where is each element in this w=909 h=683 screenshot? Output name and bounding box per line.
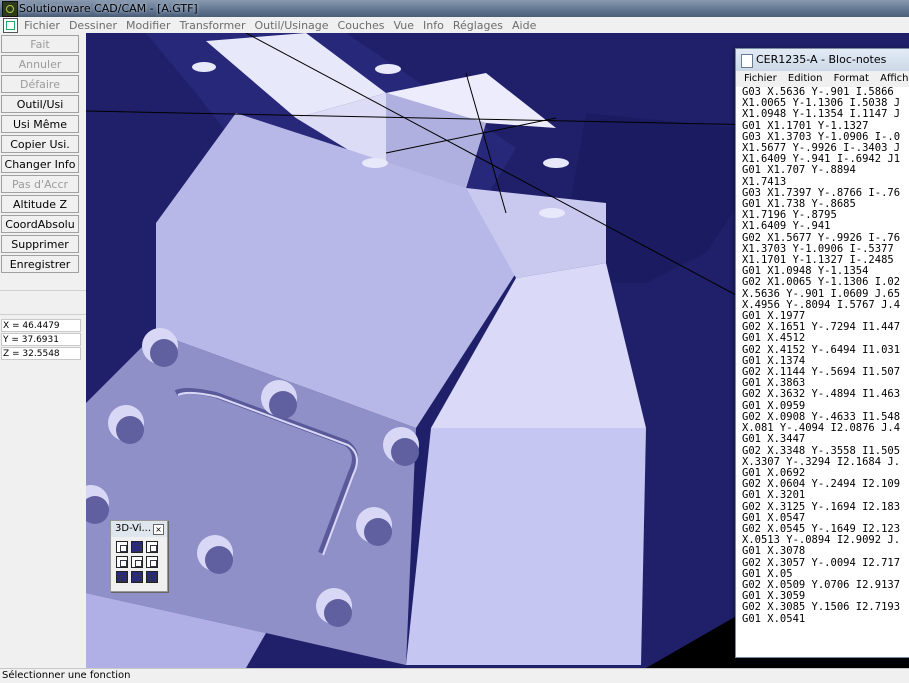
tool-panel: Fait Annuler Défaire Outil/Usi Usi Même …	[0, 33, 87, 668]
gcode-line: G01 X.3447	[742, 433, 806, 446]
title-bar: Solutionware CAD/CAM - [A.GTF]	[0, 0, 909, 17]
app-icon	[2, 1, 18, 17]
notepad-menu-bar: Fichier Edition Format Affichage	[736, 71, 909, 87]
menu-info[interactable]: Info	[420, 19, 447, 32]
menu-reglages[interactable]: Réglages	[450, 19, 506, 32]
notepad-window: CER1235-A - Bloc-notes Fichier Edition F…	[735, 48, 909, 658]
annuler-button[interactable]: Annuler	[1, 55, 79, 73]
notepad-title-bar[interactable]: CER1235-A - Bloc-notes	[736, 49, 909, 71]
menu-vue[interactable]: Vue	[390, 19, 417, 32]
menu-fichier[interactable]: Fichier	[21, 19, 63, 32]
notepad-icon	[741, 54, 753, 68]
notepad-title: CER1235-A - Bloc-notes	[756, 53, 887, 66]
status-text: Sélectionner une fonction	[2, 670, 131, 681]
menu-bar: Fichier Dessiner Modifier Transformer Ou…	[0, 17, 909, 34]
view-top-icon[interactable]	[146, 556, 158, 568]
usi-meme-button[interactable]: Usi Même	[1, 115, 79, 133]
view-front-icon[interactable]	[116, 541, 128, 553]
gcode-line: G01 X.3201	[742, 489, 806, 502]
menu-dessiner[interactable]: Dessiner	[66, 19, 120, 32]
gcode-line: G02 X.3632 Y-.4894 I1.463	[742, 388, 901, 401]
np-menu-fichier[interactable]: Fichier	[736, 73, 777, 84]
gcode-line: X1.0948 Y-1.1354 I.1147 J	[742, 108, 901, 121]
gcode-line: G02 X1.0065 Y-1.1306 I.02	[742, 276, 901, 289]
np-menu-format[interactable]: Format	[826, 73, 869, 84]
altitude-z-button[interactable]: Altitude Z	[1, 195, 79, 213]
menu-transformer[interactable]: Transformer	[176, 19, 248, 32]
coord-z: Z = 32.5548	[1, 347, 81, 360]
3d-view-panel: 3D-Vi... ×	[110, 520, 168, 592]
defaire-button[interactable]: Défaire	[1, 75, 79, 93]
fait-button[interactable]: Fait	[1, 35, 79, 53]
gcode-line: G01 X.0541	[742, 612, 806, 625]
enregistrer-button[interactable]: Enregistrer	[1, 255, 79, 273]
view-iso-icon[interactable]	[146, 541, 158, 553]
changer-info-button[interactable]: Changer Info	[1, 155, 79, 173]
notepad-text-area[interactable]: G03 X.5636 Y-.901 I.5866 X1.0065 Y-1.1306…	[736, 87, 909, 657]
menu-aide[interactable]: Aide	[509, 19, 539, 32]
gcode-line: G01 X1.707 Y-.8894	[742, 164, 856, 177]
view-bottom-icon[interactable]	[116, 571, 128, 583]
view-iso2-icon[interactable]	[131, 571, 143, 583]
coordabsolu-button[interactable]: CoordAbsolu	[1, 215, 79, 233]
np-menu-affichage[interactable]: Affichage	[872, 73, 909, 84]
divider	[0, 314, 86, 315]
status-bar: Sélectionner une fonction	[0, 668, 909, 683]
coord-x: X = 46.4479	[1, 319, 81, 332]
menu-outil-usinage[interactable]: Outil/Usinage	[251, 19, 331, 32]
view-left-icon[interactable]	[116, 556, 128, 568]
copier-usi-button[interactable]: Copier Usi.	[1, 135, 79, 153]
np-menu-edition[interactable]: Edition	[780, 73, 823, 84]
divider	[0, 290, 86, 291]
view-back-icon[interactable]	[131, 541, 143, 553]
gcode-line: X1.6409 Y-.941	[742, 220, 831, 233]
menu-couches[interactable]: Couches	[335, 19, 388, 32]
menu-modifier[interactable]: Modifier	[123, 19, 173, 32]
document-icon[interactable]	[3, 18, 18, 33]
view-right-icon[interactable]	[131, 556, 143, 568]
outil-usi-button[interactable]: Outil/Usi	[1, 95, 79, 113]
gcode-line: G01 X.4512	[742, 332, 806, 345]
view-iso3-icon[interactable]	[146, 571, 158, 583]
coord-y: Y = 37.6931	[1, 333, 81, 346]
window-title: Solutionware CAD/CAM - [A.GTF]	[19, 2, 198, 15]
supprimer-button[interactable]: Supprimer	[1, 235, 79, 253]
gcode-line: G02 X.3085 Y.1506 I2.7193	[742, 601, 901, 614]
pas-daccr-button[interactable]: Pas d'Accr	[1, 175, 79, 193]
gcode-line: G01 X.3078	[742, 545, 806, 558]
close-icon[interactable]: ×	[153, 524, 164, 535]
